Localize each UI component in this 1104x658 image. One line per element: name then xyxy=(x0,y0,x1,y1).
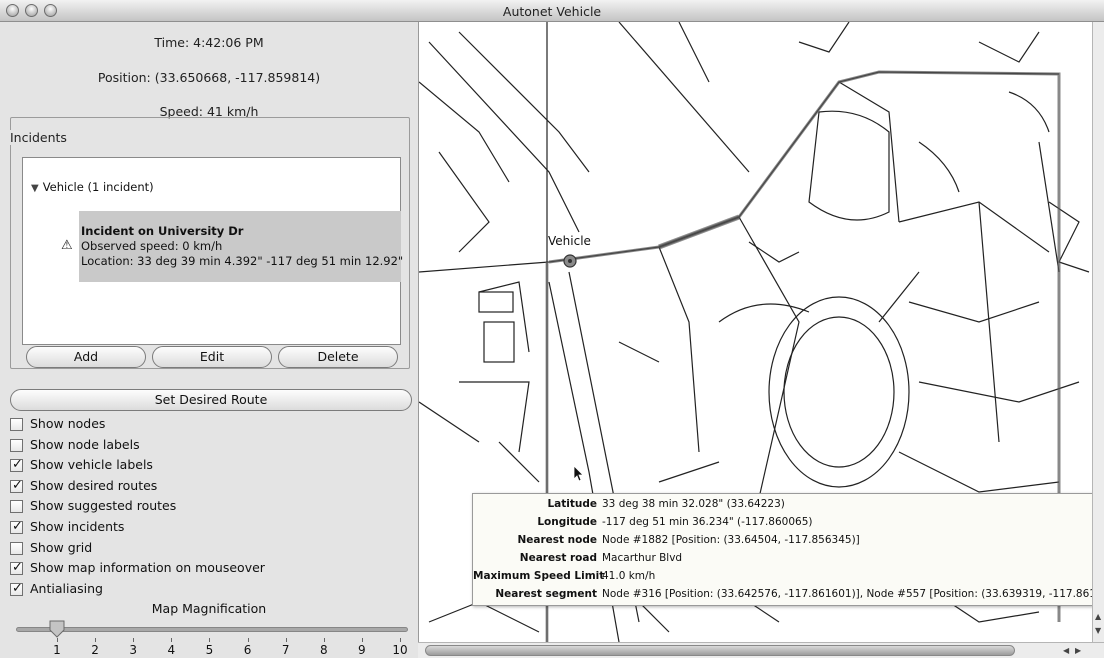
slider-tick-label: 5 xyxy=(205,643,214,657)
mouse-cursor-icon xyxy=(573,465,584,482)
checkbox[interactable]: ✓ xyxy=(10,457,23,473)
tooltip-key: Maximum Speed Limit xyxy=(473,570,605,582)
checkbox-label: Show node labels xyxy=(30,436,140,452)
tree-root-vehicle[interactable]: ▼ Vehicle (1 incident) xyxy=(31,180,154,194)
slider-tick-label: 6 xyxy=(243,643,252,657)
checkbox[interactable] xyxy=(10,438,23,452)
slider-tick xyxy=(209,638,211,642)
slider-tick xyxy=(247,638,249,642)
disclosure-triangle-icon[interactable]: ▼ xyxy=(31,183,39,194)
title-bar: Autonet Vehicle xyxy=(0,0,1104,22)
slider-tick xyxy=(57,638,58,642)
time-readout: Time: 4:42:06 PM xyxy=(154,35,264,50)
incidents-legend: Incidents xyxy=(8,130,69,145)
checkbox-label: Show desired routes xyxy=(30,477,158,493)
slider-tick xyxy=(361,638,363,642)
tooltip-value: Macarthur Blvd xyxy=(602,552,683,564)
map-magnification-title: Map Magnification xyxy=(151,601,267,616)
horizontal-scrollbar[interactable]: ◀ ▶ xyxy=(418,642,1104,658)
incident-tree[interactable]: ▼ Vehicle (1 incident) ⚠ Incident on Univ… xyxy=(22,157,404,345)
checkmark-icon: ✓ xyxy=(12,580,23,596)
slider-tick-label: 1 xyxy=(53,643,61,657)
horizontal-scroll-thumb[interactable] xyxy=(425,645,1015,656)
map-info-tooltip: Latitude 33 deg 38 min 32.028" (33.64223)… xyxy=(472,493,1104,606)
set-desired-route-button[interactable]: Set Desired Route xyxy=(10,389,412,411)
checkmark-icon: ✓ xyxy=(12,560,23,576)
slider-tick xyxy=(323,638,325,642)
magnification-slider-thumb[interactable] xyxy=(49,620,65,638)
magnification-slider-track[interactable] xyxy=(16,627,408,632)
slider-tick xyxy=(133,638,135,642)
tooltip-key: Nearest node xyxy=(517,534,597,546)
selected-incident[interactable]: Incident on University Dr Observed speed… xyxy=(79,211,404,282)
tooltip-key: Nearest segment xyxy=(495,588,597,600)
checkbox-label: Show incidents xyxy=(30,519,125,534)
tree-root-label: Vehicle (1 incident) xyxy=(42,180,154,194)
tooltip-key: Longitude xyxy=(537,516,597,528)
incident-speed: Observed speed: 0 km/h xyxy=(81,239,223,253)
tooltip-value: -117 deg 51 min 36.234" (-117.860065) xyxy=(602,516,813,528)
slider-tick xyxy=(285,638,287,642)
tooltip-value: 33 deg 38 min 32.028" (33.64223) xyxy=(602,498,785,510)
vertical-scrollbar[interactable]: ▲ ▼ xyxy=(1092,22,1104,642)
checkbox-label: Show suggested routes xyxy=(30,498,177,514)
slider-tick-label: 2 xyxy=(91,643,99,657)
slider-tick-label: 10 xyxy=(392,643,408,657)
slider-tick xyxy=(400,638,401,642)
add-button[interactable]: Add xyxy=(26,346,146,368)
slider-tick xyxy=(171,638,173,642)
checkbox[interactable]: ✓ xyxy=(10,519,23,534)
checkbox[interactable]: ✓ xyxy=(10,477,23,493)
checkbox[interactable] xyxy=(10,500,23,514)
tooltip-value: Node #1882 [Position: (33.64504, -117.85… xyxy=(602,534,860,546)
window-title: Autonet Vehicle xyxy=(502,4,602,19)
checkmark-icon: ✓ xyxy=(12,477,23,493)
vehicle-label: Vehicle xyxy=(548,234,591,248)
scroll-up-icon[interactable]: ▲ xyxy=(1095,612,1101,621)
checkbox-label: Show grid xyxy=(30,539,93,555)
checkbox-label: Show map information on mouseover xyxy=(30,560,265,576)
scroll-left-icon[interactable]: ◀ xyxy=(1063,646,1069,655)
scroll-right-icon[interactable]: ▶ xyxy=(1075,646,1081,655)
tooltip-key: Latitude xyxy=(547,498,597,510)
slider-tick-label: 3 xyxy=(129,643,138,657)
checkbox[interactable] xyxy=(10,418,23,431)
slider-tick-label: 8 xyxy=(319,643,328,657)
checkbox[interactable] xyxy=(10,541,23,555)
warning-icon: ⚠ xyxy=(61,238,73,253)
position-readout: Position: (33.650668, -117.859814) xyxy=(97,70,321,85)
slider-tick-label: 7 xyxy=(281,643,290,657)
checkmark-icon: ✓ xyxy=(12,457,23,473)
slider-tick xyxy=(95,638,97,642)
incident-title: Incident on University Dr xyxy=(81,224,244,238)
slider-tick-label: 4 xyxy=(167,643,176,657)
checkbox-label: Show vehicle labels xyxy=(30,457,153,473)
checkmark-icon: ✓ xyxy=(12,519,23,534)
checkbox[interactable]: ✓ xyxy=(10,560,23,576)
delete-button[interactable]: Delete xyxy=(278,346,398,368)
app-window: Autonet Vehicle Time: 4:42:06 PM Positio… xyxy=(0,0,1104,658)
tooltip-key: Nearest road xyxy=(519,552,597,564)
checkbox-label: Antialiasing xyxy=(30,580,103,596)
checkbox[interactable]: ✓ xyxy=(10,580,23,596)
tooltip-value: 41.0 km/h xyxy=(602,570,656,582)
edit-button[interactable]: Edit xyxy=(152,346,272,368)
tooltip-value: Node #316 [Position: (33.642576, -117.86… xyxy=(602,588,1104,600)
incident-location: Location: 33 deg 39 min 4.392" -117 deg … xyxy=(81,254,404,268)
checkbox-label: Show nodes xyxy=(30,416,106,431)
scroll-down-icon[interactable]: ▼ xyxy=(1095,626,1101,635)
slider-tick-label: 9 xyxy=(358,643,366,657)
